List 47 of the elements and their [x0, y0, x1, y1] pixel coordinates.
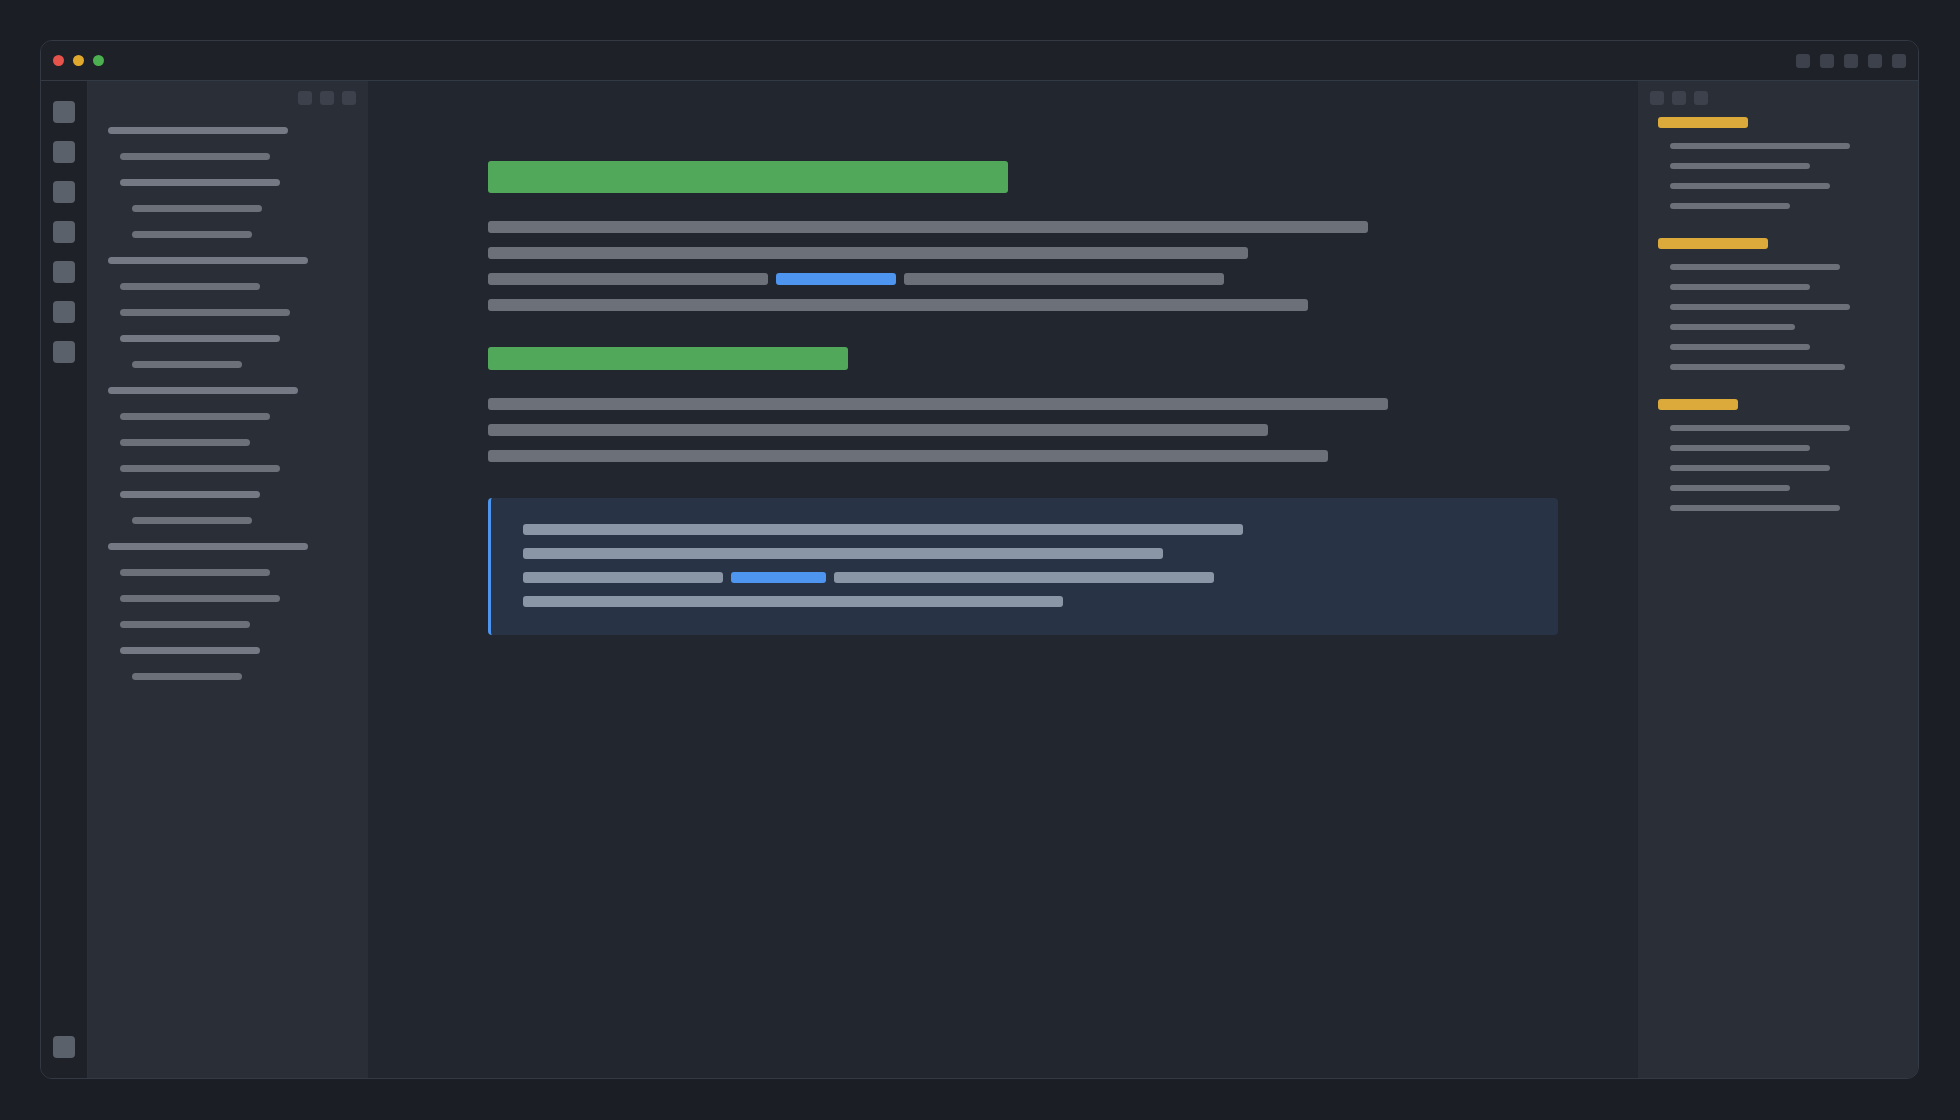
ribbon-icon[interactable]: [53, 181, 75, 203]
file-item-bar[interactable]: [120, 620, 250, 628]
outline-item-bar[interactable]: [1670, 344, 1810, 350]
window-control-button[interactable]: [73, 55, 84, 66]
outline-heading-bar[interactable]: [1658, 399, 1738, 410]
toolbar-icon[interactable]: [1868, 53, 1882, 68]
file-item-bar[interactable]: [120, 568, 270, 576]
folder-item-bar[interactable]: [108, 542, 308, 550]
file-item-bar[interactable]: [120, 152, 270, 160]
folder-item-bar[interactable]: [120, 646, 260, 654]
window-control-button[interactable]: [93, 55, 104, 66]
folder-item-bar[interactable]: [120, 490, 260, 498]
folder-item-bar[interactable]: [120, 334, 280, 342]
file-item-bar[interactable]: [132, 360, 242, 368]
outline-item-bar[interactable]: [1670, 203, 1790, 209]
file-item-bar[interactable]: [132, 230, 252, 238]
file-item-bar[interactable]: [120, 464, 280, 472]
outline-item-bar[interactable]: [1670, 465, 1830, 471]
file-item-bar[interactable]: [132, 516, 252, 524]
toolbar-icon[interactable]: [1820, 53, 1834, 68]
toolbar-icon[interactable]: [1844, 53, 1858, 68]
ribbon-icon[interactable]: [53, 101, 75, 123]
toolbar-icon[interactable]: [1796, 53, 1810, 68]
outline-item-bar[interactable]: [1670, 485, 1790, 491]
folder-item-bar[interactable]: [108, 256, 308, 264]
ribbon-icon[interactable]: [53, 261, 75, 283]
file-item-bar[interactable]: [132, 672, 242, 680]
file-item-bar[interactable]: [120, 438, 250, 446]
toolbar-icon[interactable]: [1892, 53, 1906, 68]
ribbon-icon[interactable]: [53, 301, 75, 323]
outline-item-bar[interactable]: [1670, 445, 1810, 451]
ribbon-icon[interactable]: [53, 141, 75, 163]
folder-item-bar[interactable]: [108, 126, 288, 134]
outline-item-bar[interactable]: [1670, 284, 1810, 290]
ribbon-icon[interactable]: [53, 221, 75, 243]
file-item-bar[interactable]: [120, 412, 270, 420]
file-item-bar[interactable]: [120, 308, 290, 316]
folder-item-bar[interactable]: [108, 386, 298, 394]
folder-item-bar[interactable]: [120, 178, 280, 186]
file-item-bar[interactable]: [120, 594, 280, 602]
window-control-button[interactable]: [53, 55, 64, 66]
outline-item-bar[interactable]: [1670, 163, 1810, 169]
outline-item-bar[interactable]: [1670, 183, 1830, 189]
file-item-bar[interactable]: [120, 282, 260, 290]
outline-item-bar[interactable]: [1670, 324, 1795, 330]
ribbon-icon[interactable]: [53, 341, 75, 363]
file-item-bar[interactable]: [132, 204, 262, 212]
